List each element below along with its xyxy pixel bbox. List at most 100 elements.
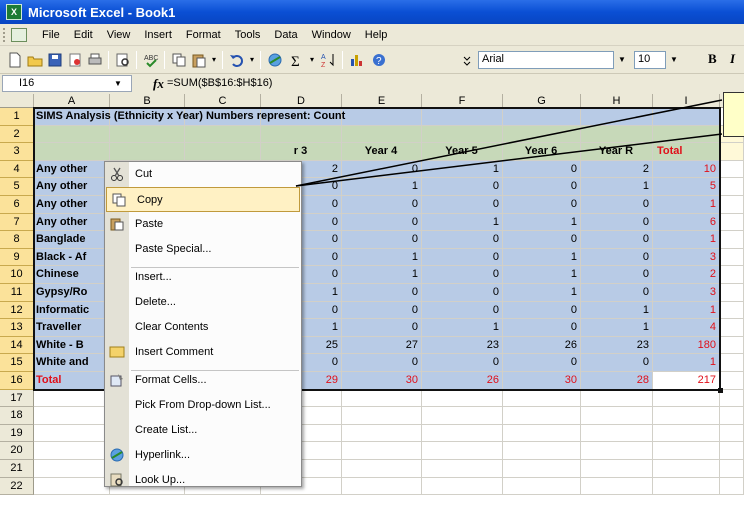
data-cell[interactable]: 26: [503, 337, 581, 355]
data-cell[interactable]: 0: [503, 196, 581, 214]
name-box-dropdown-icon[interactable]: ▼: [114, 79, 122, 88]
column-header-f[interactable]: F: [422, 94, 503, 108]
cell[interactable]: [581, 407, 653, 425]
data-cell[interactable]: 28: [581, 372, 653, 390]
toolbar-options-icon[interactable]: [458, 51, 471, 69]
header-year[interactable]: r 3: [261, 143, 342, 161]
data-cell[interactable]: 2: [581, 161, 653, 179]
cell[interactable]: [34, 442, 110, 460]
data-cell[interactable]: 1: [342, 178, 422, 196]
data-cell[interactable]: 180: [653, 337, 720, 355]
row-header-14[interactable]: 14: [0, 336, 34, 355]
row-label[interactable]: Banglade: [34, 231, 110, 249]
cell[interactable]: [342, 125, 422, 144]
data-cell[interactable]: 6: [653, 214, 720, 232]
cell[interactable]: [422, 125, 503, 144]
row-header-21[interactable]: 21: [0, 460, 34, 478]
data-cell[interactable]: 0: [342, 319, 422, 337]
data-cell[interactable]: 0: [342, 161, 422, 179]
menu-item-look-up[interactable]: Look Up...: [105, 468, 301, 493]
row-header-22[interactable]: 22: [0, 477, 34, 496]
data-cell[interactable]: 0: [503, 178, 581, 196]
workbook-icon[interactable]: [11, 27, 27, 42]
cell[interactable]: [720, 231, 744, 249]
copy-icon[interactable]: [170, 51, 188, 69]
data-cell[interactable]: 0: [581, 354, 653, 372]
hyperlink-icon[interactable]: [266, 51, 284, 69]
sort-icon[interactable]: AZ: [320, 51, 338, 69]
row-label[interactable]: Any other: [34, 161, 110, 179]
font-size-dropdown-icon[interactable]: ▼: [668, 51, 680, 69]
cell[interactable]: [422, 460, 503, 478]
menu-item-paste[interactable]: Paste: [105, 212, 301, 237]
row-header-19[interactable]: 19: [0, 424, 34, 443]
row-header-17[interactable]: 17: [0, 389, 34, 408]
cell[interactable]: [581, 125, 653, 144]
cell[interactable]: [503, 407, 581, 425]
data-cell[interactable]: 0: [581, 249, 653, 267]
menu-item-format-cells[interactable]: Format Cells...: [105, 368, 301, 393]
data-cell[interactable]: 1: [581, 178, 653, 196]
data-cell[interactable]: 0: [503, 231, 581, 249]
font-name-dropdown-icon[interactable]: ▼: [616, 51, 628, 69]
undo-dropdown-icon[interactable]: ▾: [246, 51, 258, 69]
column-header-d[interactable]: D: [261, 94, 342, 108]
paste-icon[interactable]: [190, 51, 208, 69]
row-header-16[interactable]: 16: [0, 372, 34, 390]
data-cell[interactable]: 0: [342, 284, 422, 302]
data-cell[interactable]: 0: [422, 231, 503, 249]
cell[interactable]: [720, 266, 744, 284]
data-cell[interactable]: 30: [342, 372, 422, 390]
cell[interactable]: [185, 143, 261, 161]
cell[interactable]: [720, 389, 744, 408]
cell[interactable]: [581, 389, 653, 408]
cell[interactable]: [653, 407, 720, 425]
row-label[interactable]: White - B: [34, 337, 110, 355]
menu-item-paste-special[interactable]: Paste Special...: [105, 237, 301, 262]
select-all-corner[interactable]: [0, 94, 34, 108]
formula-input[interactable]: =SUM($B$16:$H$16): [167, 77, 272, 89]
excel-icon[interactable]: X: [6, 4, 22, 20]
open-icon[interactable]: [26, 51, 44, 69]
data-cell[interactable]: 27: [342, 337, 422, 355]
row-label[interactable]: Informatic: [34, 302, 110, 320]
data-cell[interactable]: 0: [581, 266, 653, 284]
data-cell[interactable]: 0: [422, 354, 503, 372]
paste-dropdown-icon[interactable]: ▾: [208, 51, 220, 69]
cell[interactable]: [110, 143, 185, 161]
data-cell[interactable]: 0: [503, 302, 581, 320]
cell[interactable]: [581, 442, 653, 460]
cell[interactable]: [422, 424, 503, 443]
data-cell[interactable]: 1: [342, 249, 422, 267]
data-cell[interactable]: 30: [503, 372, 581, 390]
data-cell[interactable]: 0: [581, 284, 653, 302]
row-header-9[interactable]: 9: [0, 248, 34, 267]
data-cell[interactable]: 26: [422, 372, 503, 390]
data-cell[interactable]: 1: [503, 249, 581, 267]
cell[interactable]: [720, 160, 744, 179]
menu-item-hyperlink[interactable]: Hyperlink...: [105, 443, 301, 468]
chart-icon[interactable]: [348, 51, 366, 69]
permission-icon[interactable]: [66, 51, 84, 69]
cell[interactable]: [342, 424, 422, 443]
undo-icon[interactable]: [228, 51, 246, 69]
row-header-20[interactable]: 20: [0, 442, 34, 460]
cell[interactable]: [34, 125, 110, 144]
menu-view[interactable]: View: [100, 29, 138, 41]
cell[interactable]: [720, 460, 744, 478]
data-cell[interactable]: 1: [581, 319, 653, 337]
menu-window[interactable]: Window: [305, 29, 358, 41]
data-cell[interactable]: 5: [653, 178, 720, 196]
data-cell[interactable]: 1: [581, 302, 653, 320]
data-cell[interactable]: 2: [653, 266, 720, 284]
cell[interactable]: [581, 460, 653, 478]
cell[interactable]: [34, 389, 110, 408]
data-cell[interactable]: 0: [422, 284, 503, 302]
data-cell[interactable]: 1: [653, 354, 720, 372]
column-header-a[interactable]: A: [34, 94, 110, 108]
data-cell[interactable]: 1: [503, 266, 581, 284]
data-cell[interactable]: 0: [342, 214, 422, 232]
row-header-8[interactable]: 8: [0, 231, 34, 249]
cell[interactable]: [185, 125, 261, 144]
menu-item-copy[interactable]: Copy: [106, 187, 300, 212]
